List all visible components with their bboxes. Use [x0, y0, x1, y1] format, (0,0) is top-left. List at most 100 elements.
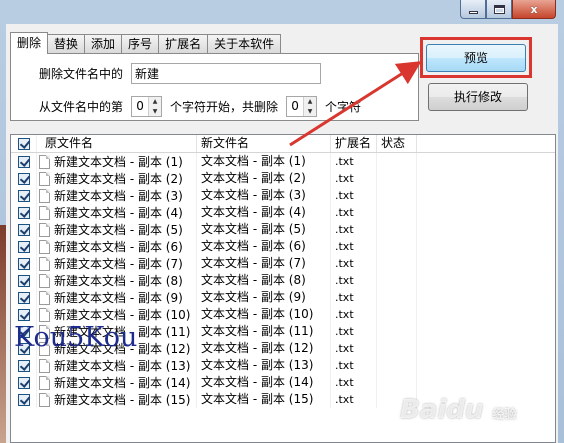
table-row[interactable]: 新建文本文档 - 副本 (4) 文本文档 - 副本 (4) .txt [11, 204, 555, 221]
extension-cell[interactable]: .txt [331, 187, 377, 204]
original-name-cell[interactable]: 新建文本文档 - 副本 (8) [37, 272, 197, 289]
row-checkbox-cell[interactable] [11, 391, 37, 408]
original-name-cell[interactable]: 新建文本文档 - 副本 (5) [37, 221, 197, 238]
extension-cell[interactable]: .txt [331, 221, 377, 238]
table-row[interactable]: 新建文本文档 - 副本 (5) 文本文档 - 副本 (5) .txt [11, 221, 555, 238]
status-cell[interactable] [377, 323, 417, 340]
start-spinner-arrows[interactable]: ▲ ▼ [148, 97, 162, 116]
tab-extension[interactable]: 扩展名 [158, 34, 209, 53]
row-checkbox-cell[interactable] [11, 221, 37, 238]
column-original-name[interactable]: 原文件名 [37, 135, 197, 152]
row-checkbox-cell[interactable] [11, 170, 37, 187]
status-cell[interactable] [377, 255, 417, 272]
original-name-cell[interactable]: 新建文本文档 - 副本 (6) [37, 238, 197, 255]
row-checkbox-cell[interactable] [11, 255, 37, 272]
new-name-cell[interactable]: 文本文档 - 副本 (5) [197, 221, 331, 238]
row-checkbox-cell[interactable] [11, 289, 37, 306]
status-cell[interactable] [377, 170, 417, 187]
checkbox-icon[interactable] [17, 393, 30, 406]
new-name-cell[interactable]: 文本文档 - 副本 (13) [197, 357, 331, 374]
row-checkbox-cell[interactable] [11, 204, 37, 221]
table-row[interactable]: 新建文本文档 - 副本 (10) 文本文档 - 副本 (10) .txt [11, 306, 555, 323]
new-name-cell[interactable]: 文本文档 - 副本 (2) [197, 170, 331, 187]
new-name-cell[interactable]: 文本文档 - 副本 (3) [197, 187, 331, 204]
status-cell[interactable] [377, 306, 417, 323]
table-row[interactable]: 新建文本文档 - 副本 (9) 文本文档 - 副本 (9) .txt [11, 289, 555, 306]
start-position-value[interactable]: 0 [132, 97, 148, 116]
maximize-button[interactable] [486, 0, 512, 19]
table-row[interactable]: 新建文本文档 - 副本 (8) 文本文档 - 副本 (8) .txt [11, 272, 555, 289]
row-checkbox-cell[interactable] [11, 272, 37, 289]
original-name-cell[interactable]: 新建文本文档 - 副本 (2) [37, 170, 197, 187]
checkbox-icon[interactable] [17, 137, 30, 150]
table-row[interactable]: 新建文本文档 - 副本 (7) 文本文档 - 副本 (7) .txt [11, 255, 555, 272]
extension-cell[interactable]: .txt [331, 204, 377, 221]
status-cell[interactable] [377, 340, 417, 357]
original-name-cell[interactable]: 新建文本文档 - 副本 (14) [37, 374, 197, 391]
new-name-cell[interactable]: 文本文档 - 副本 (10) [197, 306, 331, 323]
status-cell[interactable] [377, 238, 417, 255]
original-name-cell[interactable]: 新建文本文档 - 副本 (1) [37, 153, 197, 170]
new-name-cell[interactable]: 文本文档 - 副本 (4) [197, 204, 331, 221]
checkbox-icon[interactable] [17, 223, 30, 236]
status-cell[interactable] [377, 204, 417, 221]
row-checkbox-cell[interactable] [11, 187, 37, 204]
extension-cell[interactable]: .txt [331, 340, 377, 357]
table-row[interactable]: 新建文本文档 - 副本 (3) 文本文档 - 副本 (3) .txt [11, 187, 555, 204]
status-cell[interactable] [377, 221, 417, 238]
minimize-button[interactable] [460, 0, 486, 19]
new-name-cell[interactable]: 文本文档 - 副本 (1) [197, 153, 331, 170]
start-position-spinner[interactable]: 0 ▲ ▼ [131, 96, 163, 117]
tab-sequence[interactable]: 序号 [121, 34, 160, 53]
status-cell[interactable] [377, 153, 417, 170]
checkbox-icon[interactable] [17, 291, 30, 304]
status-cell[interactable] [377, 357, 417, 374]
new-name-cell[interactable]: 文本文档 - 副本 (12) [197, 340, 331, 357]
original-name-cell[interactable]: 新建文本文档 - 副本 (7) [37, 255, 197, 272]
checkbox-icon[interactable] [17, 376, 30, 389]
row-checkbox-cell[interactable] [11, 306, 37, 323]
new-name-cell[interactable]: 文本文档 - 副本 (7) [197, 255, 331, 272]
status-cell[interactable] [377, 289, 417, 306]
checkbox-icon[interactable] [17, 189, 30, 202]
count-spinner-arrows[interactable]: ▲ ▼ [303, 97, 317, 116]
spin-up-icon[interactable]: ▲ [149, 97, 162, 107]
new-name-cell[interactable]: 文本文档 - 副本 (8) [197, 272, 331, 289]
extension-cell[interactable]: .txt [331, 374, 377, 391]
new-name-cell[interactable]: 文本文档 - 副本 (6) [197, 238, 331, 255]
original-name-cell[interactable]: 新建文本文档 - 副本 (4) [37, 204, 197, 221]
table-row[interactable]: 新建文本文档 - 副本 (6) 文本文档 - 副本 (6) .txt [11, 238, 555, 255]
status-cell[interactable] [377, 187, 417, 204]
new-name-cell[interactable]: 文本文档 - 副本 (14) [197, 374, 331, 391]
original-name-cell[interactable]: 新建文本文档 - 副本 (10) [37, 306, 197, 323]
column-new-name[interactable]: 新文件名 [197, 135, 331, 152]
spin-down-icon[interactable]: ▼ [149, 106, 162, 116]
row-checkbox-cell[interactable] [11, 374, 37, 391]
delete-count-spinner[interactable]: 0 ▲ ▼ [286, 96, 318, 117]
checkbox-icon[interactable] [17, 206, 30, 219]
tab-about[interactable]: 关于本软件 [207, 34, 282, 53]
status-cell[interactable] [377, 272, 417, 289]
checkbox-icon[interactable] [17, 172, 30, 185]
column-extension[interactable]: 扩展名 [331, 135, 377, 152]
extension-cell[interactable]: .txt [331, 306, 377, 323]
spin-down-icon[interactable]: ▼ [304, 106, 317, 116]
new-name-cell[interactable]: 文本文档 - 副本 (9) [197, 289, 331, 306]
close-button[interactable]: x [512, 0, 556, 19]
table-row[interactable]: 新建文本文档 - 副本 (14) 文本文档 - 副本 (14) .txt [11, 374, 555, 391]
preview-button[interactable]: 预览 [426, 44, 526, 72]
extension-cell[interactable]: .txt [331, 357, 377, 374]
row-checkbox-cell[interactable] [11, 153, 37, 170]
tab-replace[interactable]: 替换 [47, 34, 86, 53]
extension-cell[interactable]: .txt [331, 272, 377, 289]
table-row[interactable]: 新建文本文档 - 副本 (1) 文本文档 - 副本 (1) .txt [11, 153, 555, 170]
table-row[interactable]: 新建文本文档 - 副本 (2) 文本文档 - 副本 (2) .txt [11, 170, 555, 187]
table-row[interactable]: 新建文本文档 - 副本 (13) 文本文档 - 副本 (13) .txt [11, 357, 555, 374]
extension-cell[interactable]: .txt [331, 255, 377, 272]
checkbox-icon[interactable] [17, 240, 30, 253]
spin-up-icon[interactable]: ▲ [304, 97, 317, 107]
extension-cell[interactable]: .txt [331, 170, 377, 187]
original-name-cell[interactable]: 新建文本文档 - 副本 (15) [37, 391, 197, 408]
new-name-cell[interactable]: 文本文档 - 副本 (15) [197, 391, 331, 408]
original-name-cell[interactable]: 新建文本文档 - 副本 (3) [37, 187, 197, 204]
